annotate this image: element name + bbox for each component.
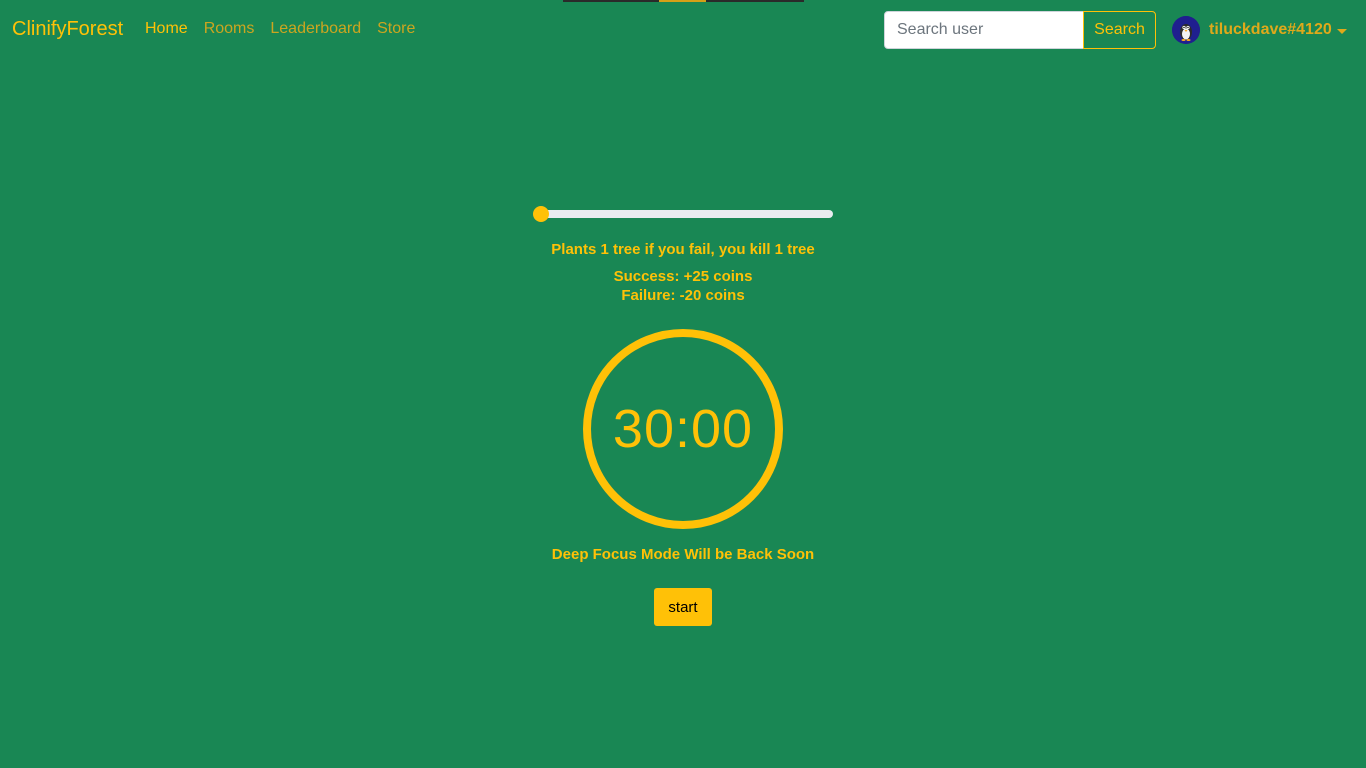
chevron-down-icon	[1336, 28, 1347, 34]
nav-links: Home Rooms Leaderboard Store	[145, 20, 415, 38]
nav-leaderboard-link[interactable]: Leaderboard	[270, 20, 361, 38]
search-user-input[interactable]	[884, 11, 1084, 49]
user-menu-dropdown[interactable]: tiluckdave#4120	[1172, 16, 1347, 44]
username-label: tiluckdave#4120	[1209, 21, 1332, 38]
failure-penalty-text: Failure: -20 coins	[621, 287, 745, 304]
nav-rooms-link[interactable]: Rooms	[204, 20, 255, 38]
timer-display: 30:00	[612, 399, 754, 459]
brand-logo-link[interactable]: ClinifyForest	[12, 18, 123, 41]
duration-slider[interactable]	[533, 206, 833, 222]
deep-focus-notice: Deep Focus Mode Will be Back Soon	[551, 546, 815, 563]
nav-home-link[interactable]: Home	[145, 20, 188, 38]
nav-store-link[interactable]: Store	[377, 20, 415, 38]
search-button[interactable]: Search	[1083, 11, 1156, 49]
timer-ring: 30:00	[583, 329, 783, 529]
navbar: ClinifyForest Home Rooms Leaderboard Sto…	[0, 0, 1366, 62]
top-progress-strip	[563, 0, 804, 2]
top-progress-segment	[659, 0, 706, 2]
start-button[interactable]: start	[654, 588, 712, 626]
tree-info-text: Plants 1 tree if you fail, you kill 1 tr…	[551, 241, 815, 258]
success-reward-text: Success: +25 coins	[613, 268, 753, 285]
penguin-avatar-icon	[1172, 16, 1200, 44]
slider-thumb-handle[interactable]	[533, 206, 549, 222]
